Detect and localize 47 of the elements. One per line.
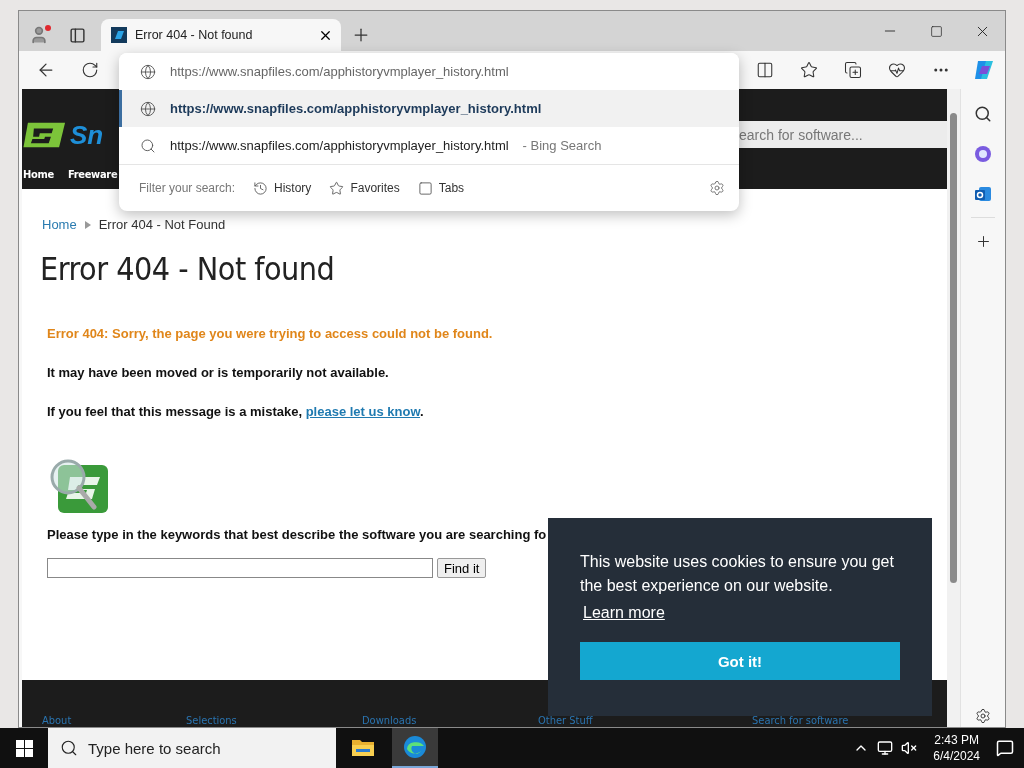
search-icon <box>140 137 156 154</box>
search-field[interactable]: earch for software... <box>737 121 947 148</box>
suggestion-item[interactable]: https://www.snapfiles.com/apphistoryvmplayer_history.html - Bing Search <box>119 127 739 164</box>
search-prompt: Please type in the keywords that best describe the software you are searching fo <box>46 527 548 542</box>
suggestion-text: https://www.snapfiles.com/apphistoryvmplayer_history.html <box>170 101 542 116</box>
filter-chip[interactable]: Tabs <box>417 180 465 196</box>
edge-taskbar-icon[interactable] <box>392 728 438 768</box>
settings-icon[interactable] <box>709 180 725 196</box>
footer-link[interactable]: Selections <box>186 715 237 727</box>
filter-chip[interactable]: Favorites <box>329 180 400 196</box>
learn-more-link[interactable]: Learn more <box>583 604 665 622</box>
footer-link[interactable]: Search for software <box>752 715 849 727</box>
clock-icon <box>253 180 269 196</box>
info-text: If you feel that this message is a mistake, please let us know. <box>46 404 425 419</box>
network-icon[interactable] <box>877 740 894 756</box>
globe-icon <box>140 63 156 80</box>
filter-chip[interactable]: History <box>253 180 312 196</box>
site-favicon <box>111 27 127 43</box>
star-icon <box>329 180 345 196</box>
suggestion-source: - Bing Search <box>522 138 602 153</box>
globe-icon <box>140 100 156 117</box>
nav-link[interactable]: Freeware <box>67 168 118 181</box>
footer-link[interactable]: Downloads <box>362 715 417 727</box>
logo-text: Sn <box>70 120 104 149</box>
error-message: Error 404: Sorry, the page you were trying to access could not be found. <box>46 326 494 341</box>
suggestion-item[interactable]: https://www.snapfiles.com/apphistoryvmplayer_history.html <box>119 90 739 127</box>
filter-label: Filter your search: <box>139 181 236 195</box>
browser-tab[interactable]: Error 404 - Not found <box>101 19 341 51</box>
search-icon <box>60 739 78 757</box>
volume-muted-icon[interactable] <box>901 740 918 756</box>
footer-link[interactable]: About <box>42 715 72 727</box>
chevron-icon <box>84 220 91 229</box>
breadcrumb-link[interactable]: Home <box>42 217 77 232</box>
notification-icon[interactable] <box>996 739 1014 757</box>
taskbar-search-field[interactable]: Type here to search <box>48 728 336 768</box>
tab-icon <box>417 180 433 196</box>
find-button[interactable]: Find it <box>437 558 487 578</box>
footer-link[interactable]: Other Stuff <box>538 715 593 727</box>
clock[interactable]: 2:43 PM 6/4/2024 <box>933 732 980 764</box>
breadcrumb-text: Error 404 - Not Found <box>98 217 226 232</box>
address-field[interactable]: https://www.snapfiles.com/apphistoryvmplayer_history.html <box>170 64 509 79</box>
keyword-field[interactable] <box>47 558 433 578</box>
info-text: It may have been moved or is temporarily not available. <box>46 365 390 380</box>
nav-link[interactable]: Home <box>23 168 54 181</box>
cookie-message: This website uses cookies to ensure you get the best experience on our website. <box>580 552 895 596</box>
suggestion-text: https://www.snapfiles.com/apphistoryvmplayer_history.html <box>170 138 509 153</box>
page-title: Error 404 - Not found <box>40 250 336 288</box>
